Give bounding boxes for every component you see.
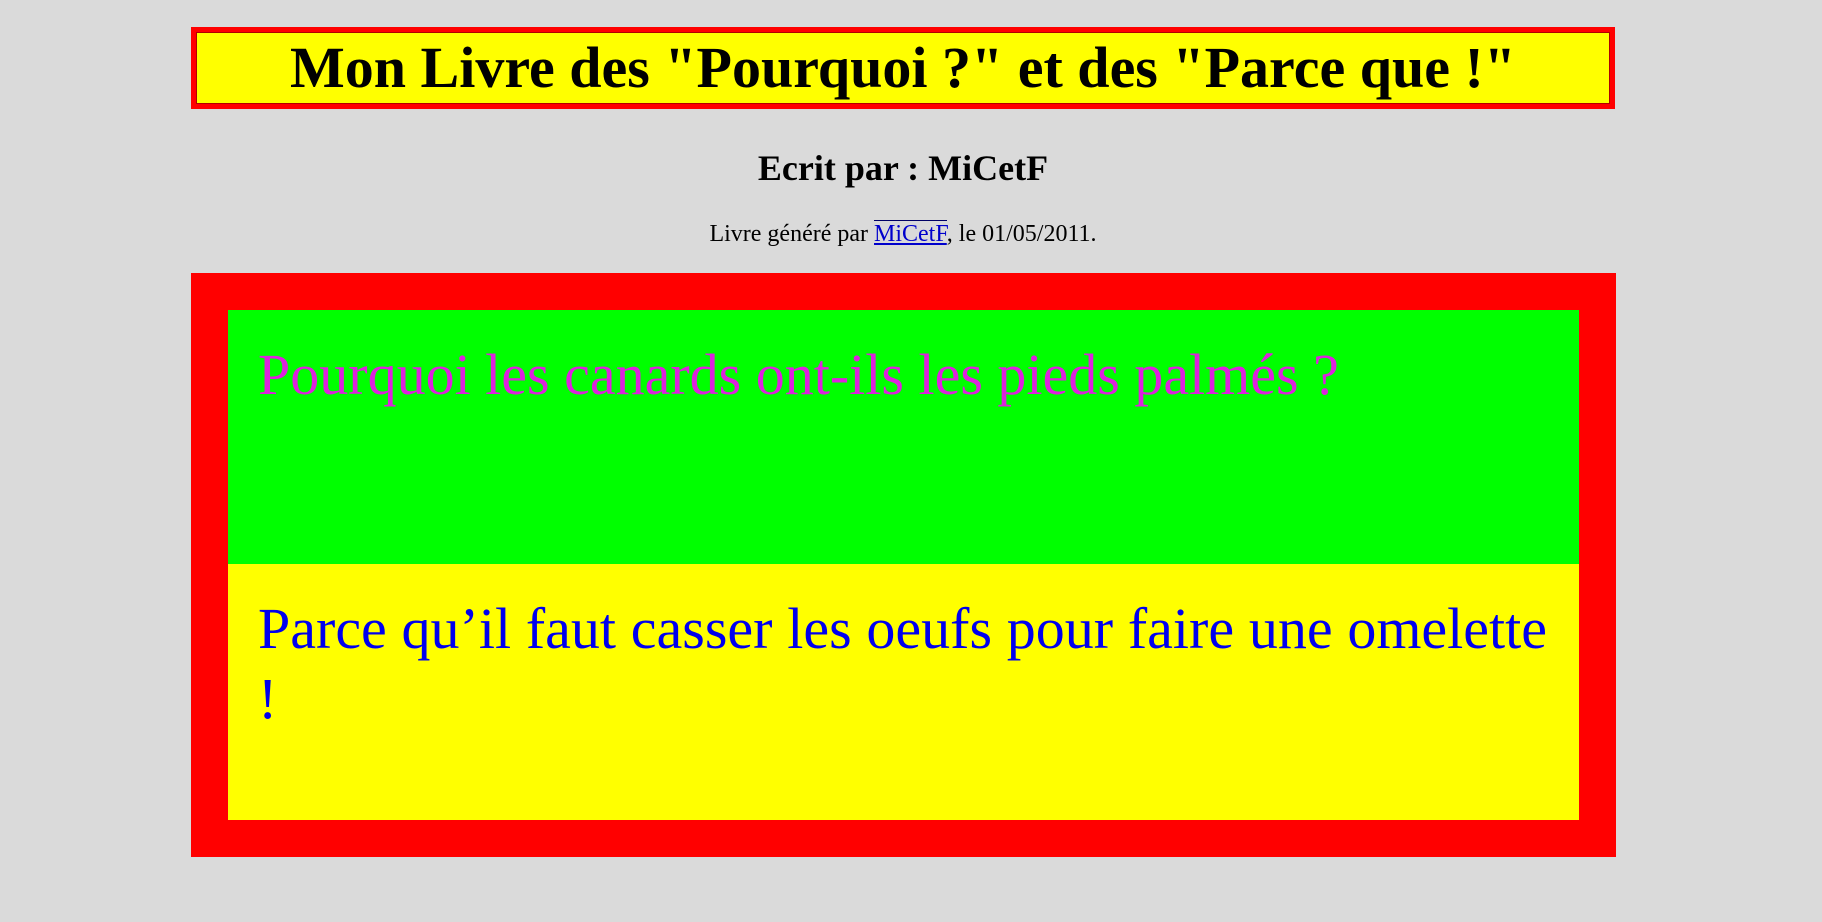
- answer-text: Parce qu’il faut casser les oeufs pour f…: [258, 596, 1547, 731]
- question-panel: Pourquoi les canards ont-ils les pieds p…: [228, 310, 1579, 564]
- title-banner: Mon Livre des "Pourquoi ?" et des "Parce…: [191, 27, 1615, 109]
- author-link[interactable]: MiCetF: [874, 220, 947, 247]
- generated-prefix: Livre généré par: [709, 221, 875, 247]
- answer-panel: Parce qu’il faut casser les oeufs pour f…: [228, 564, 1579, 820]
- page-title: Mon Livre des "Pourquoi ?" et des "Parce…: [290, 35, 1516, 100]
- card-frame: Pourquoi les canards ont-ils les pieds p…: [191, 273, 1616, 857]
- question-text: Pourquoi les canards ont-ils les pieds p…: [258, 342, 1339, 407]
- page: Mon Livre des "Pourquoi ?" et des "Parce…: [0, 0, 1822, 922]
- generated-line: Livre généré par MiCetF, le 01/05/2011.: [191, 220, 1615, 247]
- author-line: Ecrit par : MiCetF: [757, 148, 1049, 188]
- generated-suffix: , le 01/05/2011.: [946, 221, 1097, 247]
